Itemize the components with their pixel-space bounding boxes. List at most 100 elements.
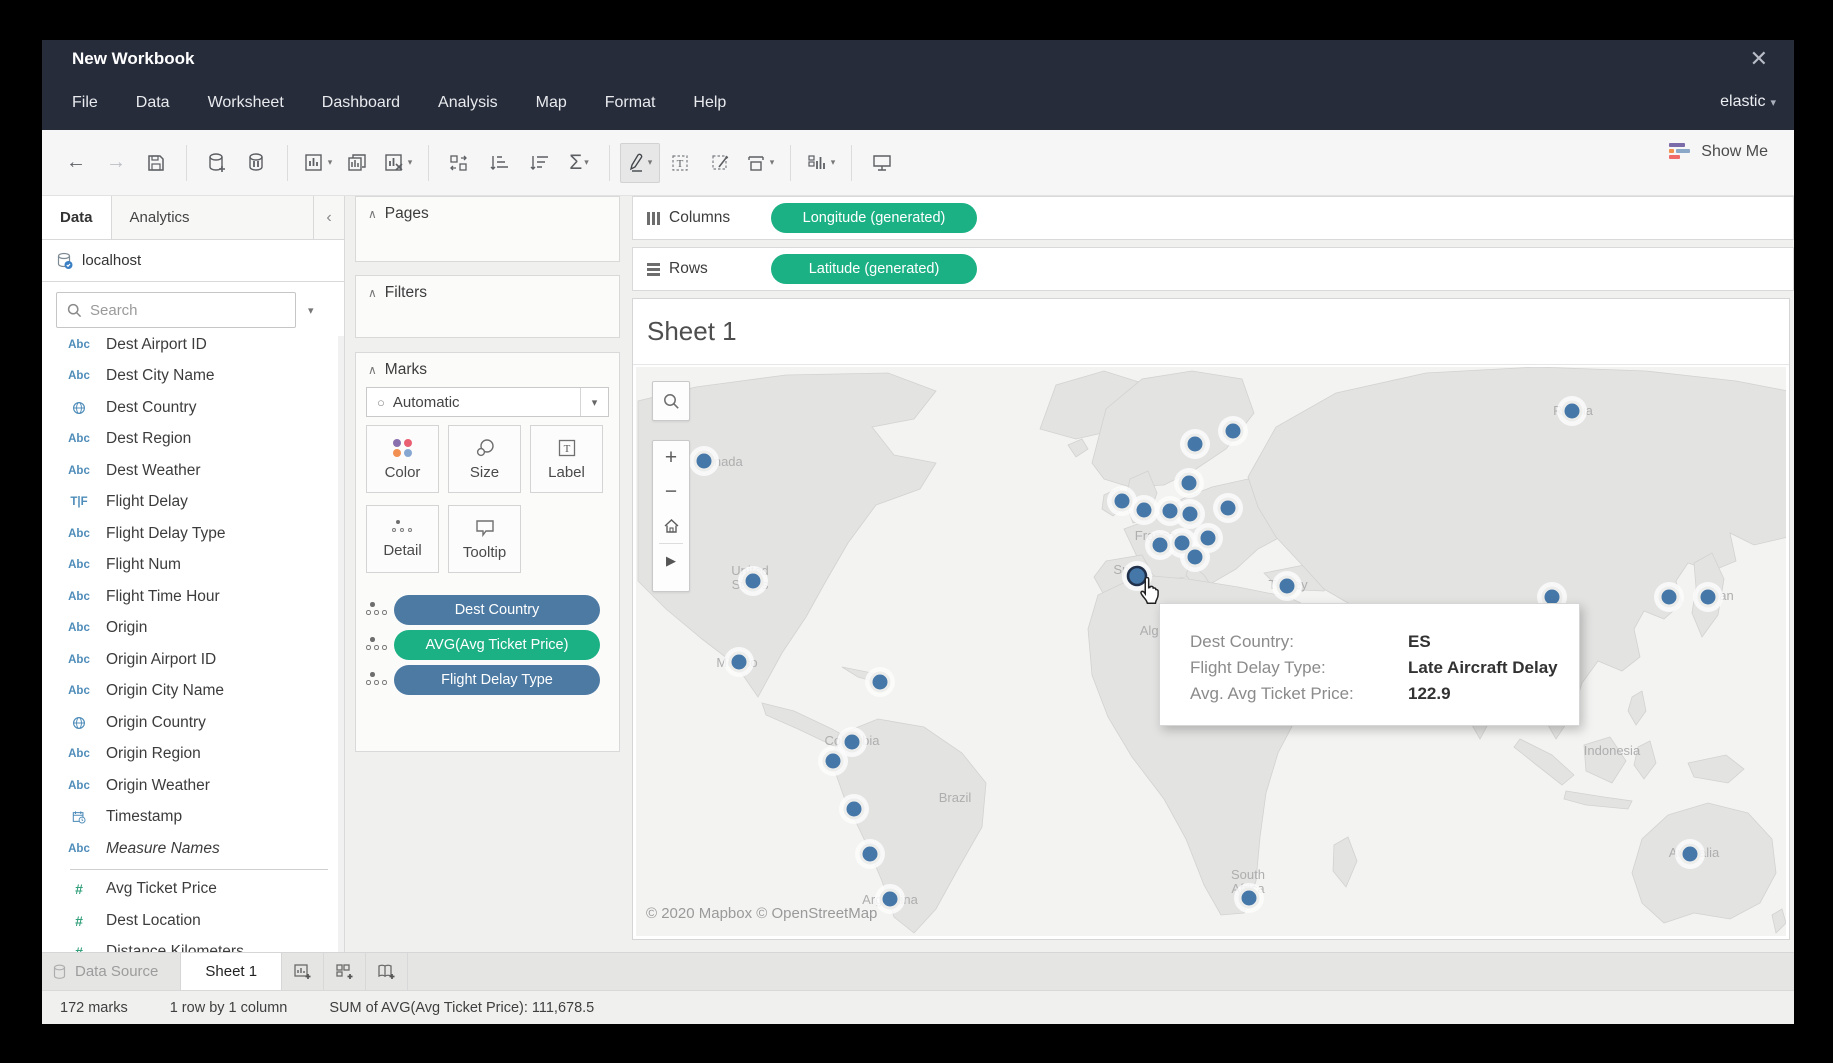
map-mark-norway[interactable] [1186, 435, 1204, 453]
map-mark-netherlands[interactable] [1161, 502, 1179, 520]
detail-button[interactable]: Detail [366, 505, 439, 573]
size-button[interactable]: Size [448, 425, 521, 493]
marks-pill-avg-avg-ticket-price-[interactable]: AVG(Avg Ticket Price) [394, 630, 600, 660]
field-dest-location[interactable]: #Dest Location [42, 905, 338, 937]
map-mark-bolivia[interactable] [861, 845, 879, 863]
mark-type-dropdown[interactable]: ○ Automatic ▾ [366, 387, 609, 417]
menu-worksheet[interactable]: Worksheet [208, 94, 284, 112]
map-mark-mexico[interactable] [730, 653, 748, 671]
collapse-icon[interactable]: ∧ [368, 207, 377, 221]
field-origin[interactable]: AbcOrigin [42, 613, 338, 645]
pause-auto-updates-button[interactable] [237, 143, 277, 183]
tab-sheet-1[interactable]: Sheet 1 [180, 953, 282, 990]
new-worksheet-button[interactable]: ▾ [298, 143, 338, 183]
show-me-button[interactable]: Show Me [1669, 143, 1768, 161]
field-flight-delay-type[interactable]: AbcFlight Delay Type [42, 518, 338, 550]
field-flight-delay[interactable]: T|FFlight Delay [42, 487, 338, 519]
map-mark-united-states[interactable] [744, 572, 762, 590]
highlight-button[interactable]: ▾ [620, 143, 660, 183]
map-mark-canada[interactable] [695, 452, 713, 470]
sort-ascending-button[interactable] [479, 143, 519, 183]
duplicate-button[interactable] [338, 143, 378, 183]
tab-data[interactable]: Data [42, 196, 112, 239]
map-mark-finland[interactable] [1224, 422, 1242, 440]
clear-sheet-button[interactable]: ▾ [378, 143, 418, 183]
show-mark-labels-button[interactable]: T [660, 143, 700, 183]
map-mark-united-kingdom[interactable] [1135, 501, 1153, 519]
field-dest-weather[interactable]: AbcDest Weather [42, 455, 338, 487]
map-mark-south-korea[interactable] [1660, 588, 1678, 606]
close-icon[interactable]: ✕ [1750, 46, 1768, 72]
menu-map[interactable]: Map [536, 94, 567, 112]
menu-data[interactable]: Data [136, 94, 170, 112]
search-input[interactable]: Search [56, 292, 296, 328]
map-mark-caribbean[interactable] [871, 673, 889, 691]
zoom-home-button[interactable] [653, 509, 689, 543]
field-dest-city-name[interactable]: AbcDest City Name [42, 361, 338, 393]
field-avg-ticket-price[interactable]: #Avg Ticket Price [42, 874, 338, 906]
new-worksheet-tab-button[interactable] [282, 953, 324, 990]
map-tools-expand-icon[interactable]: ▶ [653, 544, 689, 578]
tab-analytics[interactable]: Analytics [112, 196, 314, 239]
zoom-out-button[interactable]: − [653, 475, 689, 509]
map-mark-germany[interactable] [1181, 505, 1199, 523]
map-mark-austria[interactable] [1199, 529, 1217, 547]
marks-pill-flight-delay-type[interactable]: Flight Delay Type [394, 665, 600, 695]
field-dest-airport-id[interactable]: AbcDest Airport ID [42, 336, 338, 361]
field-origin-city-name[interactable]: AbcOrigin City Name [42, 676, 338, 708]
field-flight-time-hour[interactable]: AbcFlight Time Hour [42, 581, 338, 613]
columns-pill[interactable]: Longitude (generated) [771, 203, 977, 233]
menu-help[interactable]: Help [693, 94, 726, 112]
field-measure-names[interactable]: AbcMeasure Names [42, 833, 338, 865]
format-annotate-button[interactable] [700, 143, 740, 183]
show-hide-cards-button[interactable]: ▾ [801, 143, 841, 183]
field-origin-region[interactable]: AbcOrigin Region [42, 739, 338, 771]
chevron-down-icon[interactable]: ▾ [580, 388, 608, 416]
map-mark-poland[interactable] [1219, 499, 1237, 517]
map-mark-australia[interactable] [1681, 845, 1699, 863]
field-origin-country[interactable]: Origin Country [42, 707, 338, 739]
map-mark-russia[interactable] [1563, 402, 1581, 420]
data-source-connection[interactable]: localhost [42, 240, 344, 282]
field-list-scrollbar[interactable] [338, 336, 344, 952]
map-mark-colombia[interactable] [843, 733, 861, 751]
tooltip-button[interactable]: Tooltip [448, 505, 521, 573]
zoom-in-button[interactable]: + [653, 441, 689, 475]
save-button[interactable] [136, 143, 176, 183]
map-mark-south-africa[interactable] [1240, 889, 1258, 907]
field-origin-airport-id[interactable]: AbcOrigin Airport ID [42, 644, 338, 676]
map-view[interactable]: CanadaUnitedStatesMexicoColombiaBrazilAr… [636, 367, 1786, 936]
redo-button[interactable]: → [96, 143, 136, 183]
presentation-mode-button[interactable] [862, 143, 902, 183]
label-button[interactable]: T Label [530, 425, 603, 493]
user-menu[interactable]: elastic▾ [1720, 93, 1776, 111]
field-timestamp[interactable]: Timestamp [42, 802, 338, 834]
collapse-icon[interactable]: ∧ [368, 286, 377, 300]
field-origin-weather[interactable]: AbcOrigin Weather [42, 770, 338, 802]
new-data-source-button[interactable] [197, 143, 237, 183]
map-mark-ireland[interactable] [1113, 492, 1131, 510]
rows-pill[interactable]: Latitude (generated) [771, 254, 977, 284]
map-search-button[interactable] [652, 381, 690, 421]
fit-selector[interactable]: ▾ [740, 143, 780, 183]
map-mark-japan[interactable] [1699, 588, 1717, 606]
menu-file[interactable]: File [72, 94, 98, 112]
map-mark-argentina[interactable] [881, 890, 899, 908]
marks-pill-dest-country[interactable]: Dest Country [394, 595, 600, 625]
menu-analysis[interactable]: Analysis [438, 94, 498, 112]
menu-format[interactable]: Format [605, 94, 656, 112]
columns-shelf[interactable]: Columns Longitude (generated) [632, 196, 1794, 240]
map-mark-peru[interactable] [845, 800, 863, 818]
map-mark-ecuador[interactable] [824, 752, 842, 770]
field-distance-kilometers[interactable]: #Distance Kilometers [42, 937, 338, 953]
collapse-icon[interactable]: ∧ [368, 363, 377, 377]
swap-rows-columns-button[interactable] [439, 143, 479, 183]
rows-shelf[interactable]: Rows Latitude (generated) [632, 247, 1794, 291]
field-dest-region[interactable]: AbcDest Region [42, 424, 338, 456]
menu-dashboard[interactable]: Dashboard [322, 94, 400, 112]
field-flight-num[interactable]: AbcFlight Num [42, 550, 338, 582]
undo-button[interactable]: ← [56, 143, 96, 183]
map-mark-denmark[interactable] [1180, 474, 1198, 492]
sort-descending-button[interactable] [519, 143, 559, 183]
tab-data-source[interactable]: Data Source [42, 953, 180, 990]
